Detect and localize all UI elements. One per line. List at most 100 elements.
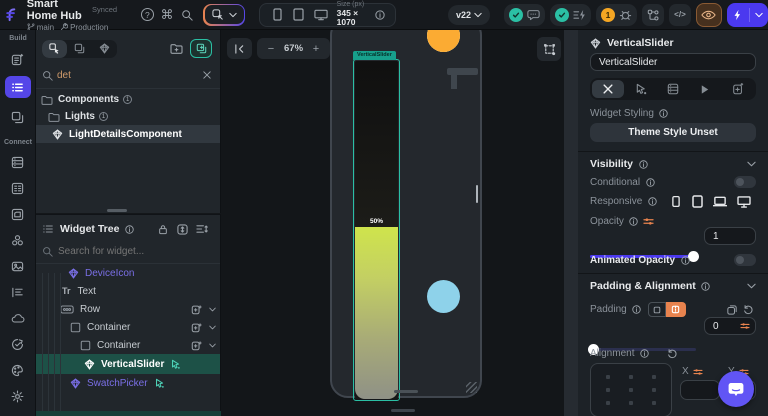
tab-actions[interactable] (624, 80, 656, 98)
flutterflow-logo-icon[interactable] (0, 7, 23, 22)
run-button[interactable] (727, 3, 749, 27)
insert-widget-button[interactable] (188, 322, 204, 333)
nav-api-calls-icon[interactable] (5, 177, 31, 199)
nav-custom-code-icon[interactable] (5, 281, 31, 303)
components-search-input[interactable] (57, 69, 196, 81)
alignment-x-input[interactable] (680, 380, 720, 400)
insert-widget-button[interactable] (188, 304, 204, 315)
components-tab[interactable] (92, 40, 117, 58)
expand-collapse-all-button[interactable] (172, 223, 192, 235)
info-icon[interactable] (699, 281, 713, 291)
widget-tree-overview-button[interactable] (641, 3, 664, 26)
tab-documentation[interactable] (722, 80, 754, 98)
nav-integrations-icon[interactable] (5, 229, 31, 251)
nav-app-checks-icon[interactable] (5, 333, 31, 355)
desktop-preview-button[interactable] (309, 9, 332, 21)
nav-media-assets-icon[interactable] (5, 255, 31, 277)
tree-row-verticalslider-selected[interactable]: VerticalSlider (36, 354, 220, 374)
zoom-level[interactable]: 67% (284, 43, 303, 54)
command-menu-button[interactable]: ⌘ (159, 4, 176, 26)
tree-row-swatchpicker[interactable]: SwatchPicker (36, 374, 220, 393)
padding-value-field[interactable]: 0 (704, 317, 756, 335)
info-icon[interactable] (627, 217, 641, 226)
tab-animations[interactable] (689, 80, 721, 98)
nav-cloud-functions-icon[interactable] (5, 307, 31, 329)
component-row-selected[interactable]: LightDetailsComponent (36, 125, 220, 143)
nav-widget-tree-icon[interactable] (4, 76, 31, 98)
row-options-chevron[interactable] (204, 325, 220, 330)
page-templates-tab[interactable] (67, 40, 92, 58)
phone-preview-button[interactable] (268, 8, 288, 21)
chat-launcher-button[interactable] (718, 371, 754, 407)
widget-search-input[interactable] (58, 245, 214, 257)
info-icon[interactable] (643, 177, 657, 187)
nav-settings-icon[interactable] (5, 385, 31, 407)
info-icon[interactable] (637, 349, 651, 358)
alignment-reset-button[interactable] (664, 348, 680, 359)
folder-row-lights[interactable]: Lights 1 (36, 108, 220, 125)
nav-files-icon[interactable] (5, 203, 31, 225)
tab-styling[interactable] (592, 80, 625, 98)
nav-database-icon[interactable] (5, 151, 31, 173)
select-widget-tab[interactable] (42, 39, 67, 58)
opacity-set-from-variable-icon[interactable] (641, 217, 657, 226)
add-folder-button[interactable] (166, 40, 186, 58)
preview-button[interactable] (695, 2, 722, 27)
search-button[interactable] (178, 4, 195, 26)
canvas-scrollbar-horizontal[interactable] (391, 409, 415, 412)
size-value[interactable]: 345 × 1070 (337, 8, 372, 28)
x-set-from-variable-icon[interactable] (691, 368, 705, 376)
responsive-laptop-toggle[interactable] (708, 196, 732, 207)
review-status-group[interactable] (503, 3, 545, 26)
tree-row-container-2[interactable]: Container (36, 336, 220, 354)
help-button[interactable]: ? (139, 4, 156, 26)
code-view-button[interactable]: </> (668, 3, 691, 26)
tree-row-container-1[interactable]: Container (36, 318, 220, 336)
padding-individual-button[interactable] (665, 302, 686, 317)
panel-scrollbar-gutter[interactable] (564, 30, 578, 416)
theme-style-unset-button[interactable]: Theme Style Unset (590, 123, 756, 142)
nav-pages-icon[interactable] (5, 106, 31, 128)
tree-row-row[interactable]: Row (36, 300, 220, 318)
widget-name-input[interactable] (590, 53, 756, 71)
info-icon[interactable] (636, 159, 650, 169)
phone-resize-handle[interactable] (466, 382, 477, 393)
swatch-orange[interactable] (427, 30, 460, 52)
row-options-chevron[interactable] (204, 343, 220, 348)
visibility-collapse-chevron[interactable] (747, 161, 756, 167)
frame-select-button[interactable] (537, 37, 561, 61)
tool-mode-dropdown[interactable] (203, 3, 246, 26)
nav-theme-icon[interactable] (5, 359, 31, 381)
tree-row-text[interactable]: Tr Text (36, 282, 220, 300)
info-icon[interactable] (630, 305, 644, 314)
deploy-status-group[interactable] (549, 3, 591, 26)
responsive-phone-toggle[interactable] (666, 195, 686, 208)
tab-backend[interactable] (657, 80, 689, 98)
collapse-panel-button[interactable] (227, 38, 252, 59)
tree-display-options-button[interactable] (192, 224, 212, 234)
alignment-grid[interactable] (590, 363, 672, 416)
design-canvas[interactable]: VerticalSlider 50% − 67% + (221, 30, 564, 416)
add-component-button[interactable] (190, 39, 212, 58)
opacity-value-input[interactable] (704, 227, 756, 245)
zoom-in-button[interactable]: + (309, 43, 323, 55)
padding-all-sides-button[interactable] (647, 302, 666, 317)
issues-group[interactable]: 1 (595, 3, 637, 26)
size-info-icon[interactable] (372, 9, 387, 20)
conditional-toggle[interactable] (734, 176, 756, 188)
responsive-desktop-toggle[interactable] (732, 195, 756, 208)
vertical-slider-selection-outline[interactable]: VerticalSlider 50% (353, 51, 400, 401)
info-icon[interactable] (678, 255, 692, 265)
padding-copy-button[interactable] (724, 304, 740, 315)
version-dropdown[interactable]: v22 (447, 4, 490, 25)
nav-dashboard-icon[interactable] (5, 48, 31, 70)
clear-search-icon[interactable] (200, 68, 214, 82)
folder-row-components[interactable]: Components 1 (36, 91, 220, 108)
phone-scrollbar[interactable] (476, 185, 478, 203)
info-icon[interactable] (657, 109, 671, 118)
tablet-preview-button[interactable] (288, 8, 310, 21)
zoom-out-button[interactable]: − (264, 43, 278, 55)
tree-row-deviceicon[interactable]: DeviceIcon (36, 264, 220, 282)
padding-set-from-variable-icon[interactable] (740, 322, 750, 330)
insert-widget-button[interactable] (188, 340, 204, 351)
